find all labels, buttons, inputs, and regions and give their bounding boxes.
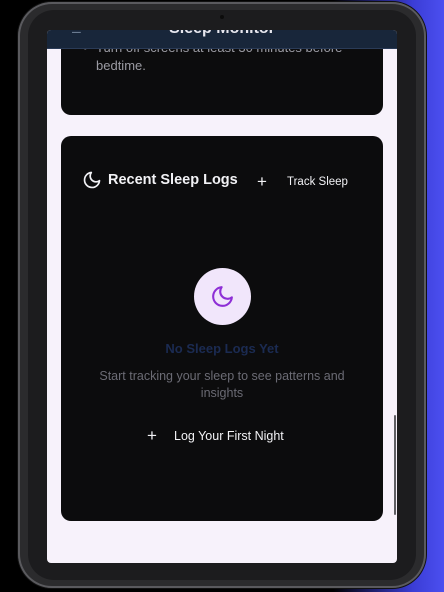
track-sleep-label: Track Sleep (287, 176, 348, 188)
log-first-night-button[interactable]: + Log Your First Night (147, 424, 284, 448)
empty-state-title: No Sleep Logs Yet (165, 341, 279, 356)
empty-state-icon-circle (194, 268, 251, 325)
plus-icon: + (257, 172, 267, 191)
section-title: Recent Sleep Logs (108, 172, 238, 188)
moon-icon (212, 286, 233, 307)
app-header: ☰ Sleep Monitor (47, 30, 397, 49)
scrollbar[interactable] (394, 415, 396, 515)
empty-state-description: Start tracking your sleep to see pattern… (99, 369, 345, 400)
recent-sleep-logs-card: Recent Sleep Logs + Track Sleep No Sleep… (61, 136, 383, 521)
log-first-night-label: Log Your First Night (174, 429, 284, 443)
app-screen: • Turn off screens at least 30 minutes b… (47, 30, 397, 563)
page-title: Sleep Monitor (47, 30, 397, 38)
track-sleep-button[interactable]: + Track Sleep (257, 168, 348, 196)
plus-icon: + (147, 426, 157, 445)
camera-dot (220, 15, 224, 19)
moon-icon (83, 171, 101, 189)
